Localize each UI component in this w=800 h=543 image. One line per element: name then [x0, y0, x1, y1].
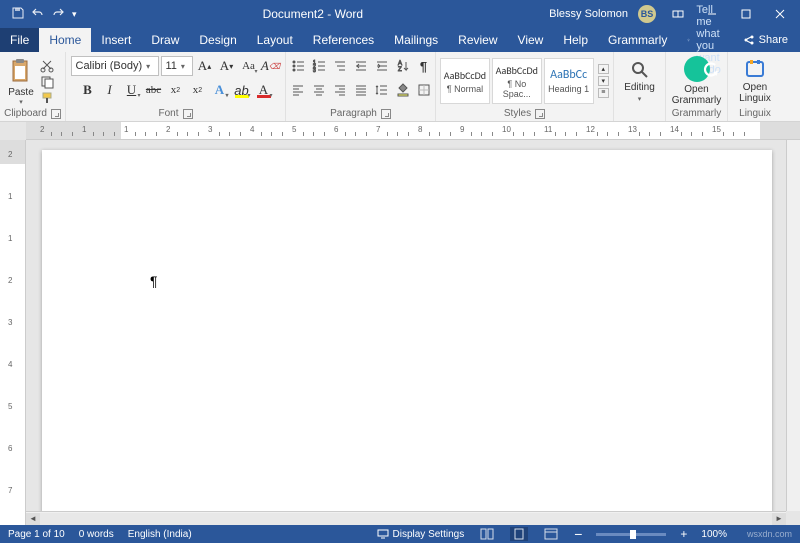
- language-status[interactable]: English (India): [128, 529, 192, 540]
- tab-design[interactable]: Design: [189, 28, 246, 52]
- tab-grammarly[interactable]: Grammarly: [598, 28, 677, 52]
- highlight-button[interactable]: ab▾: [232, 80, 252, 100]
- paste-button[interactable]: Paste ▾: [4, 56, 38, 106]
- vertical-ruler[interactable]: 211234567: [0, 140, 26, 525]
- web-layout-button[interactable]: [542, 527, 560, 541]
- superscript-button[interactable]: x2: [188, 80, 208, 100]
- user-avatar[interactable]: BS: [638, 5, 656, 23]
- tab-insert[interactable]: Insert: [91, 28, 141, 52]
- horizontal-ruler[interactable]: 21123456789101112131415: [26, 122, 800, 140]
- show-marks-button[interactable]: ¶: [414, 56, 434, 76]
- tab-mailings[interactable]: Mailings: [384, 28, 448, 52]
- change-case-button[interactable]: Aa▾: [239, 56, 259, 76]
- word-count[interactable]: 0 words: [79, 529, 114, 540]
- grammarly-icon: [684, 56, 710, 82]
- style-no-spacing[interactable]: AaBbCcDd ¶ No Spac...: [492, 58, 542, 104]
- paragraph-mark: ¶: [150, 273, 158, 289]
- increase-indent-button[interactable]: [372, 56, 392, 76]
- document-title: Document2 - Word: [77, 7, 550, 21]
- align-center-button[interactable]: [309, 80, 329, 100]
- format-painter-button[interactable]: [40, 91, 58, 105]
- font-color-button[interactable]: A▾: [254, 80, 274, 100]
- ribbon-options-icon[interactable]: [666, 4, 690, 24]
- user-name[interactable]: Blessy Solomon: [549, 8, 628, 20]
- clear-formatting-button[interactable]: A⌫: [261, 56, 281, 76]
- style-normal[interactable]: AaBbCcDd ¶ Normal: [440, 58, 490, 104]
- redo-icon[interactable]: [52, 7, 64, 22]
- font-name-combo[interactable]: Calibri (Body)▾: [71, 56, 159, 76]
- vertical-scrollbar[interactable]: [786, 140, 800, 511]
- copy-button[interactable]: [40, 75, 58, 89]
- tab-review[interactable]: Review: [448, 28, 507, 52]
- find-icon: [630, 60, 650, 80]
- subscript-button[interactable]: x2: [166, 80, 186, 100]
- decrease-indent-button[interactable]: [351, 56, 371, 76]
- justify-button[interactable]: [351, 80, 371, 100]
- open-linguix-button[interactable]: Open Linguix: [732, 58, 778, 104]
- strikethrough-button[interactable]: abc: [144, 80, 164, 100]
- page[interactable]: ¶: [42, 150, 772, 525]
- paragraph-launcher[interactable]: [381, 109, 391, 119]
- zoom-out-button[interactable]: −: [574, 526, 582, 542]
- styles-gallery-more[interactable]: ▴▾≡: [596, 64, 609, 98]
- tab-view[interactable]: View: [508, 28, 554, 52]
- linguix-icon: [744, 58, 766, 80]
- svg-text:Z: Z: [398, 67, 402, 73]
- tell-me-search[interactable]: Tell me what you want to do: [677, 28, 730, 52]
- shrink-font-button[interactable]: A▾: [217, 56, 237, 76]
- zoom-level[interactable]: 100%: [701, 529, 727, 540]
- align-right-button[interactable]: [330, 80, 350, 100]
- share-button[interactable]: Share: [731, 28, 800, 52]
- underline-button[interactable]: U▾: [122, 80, 142, 100]
- lightbulb-icon: [687, 34, 690, 46]
- display-settings[interactable]: Display Settings: [377, 529, 465, 540]
- zoom-slider[interactable]: [596, 533, 666, 536]
- shading-button[interactable]: [393, 80, 413, 100]
- close-icon[interactable]: [768, 4, 792, 24]
- italic-button[interactable]: I: [100, 80, 120, 100]
- display-icon: [377, 529, 389, 539]
- paste-icon: [8, 58, 34, 84]
- bold-button[interactable]: B: [78, 80, 98, 100]
- font-size-combo[interactable]: 11▾: [161, 56, 193, 76]
- tab-help[interactable]: Help: [553, 28, 598, 52]
- sort-button[interactable]: AZ: [393, 56, 413, 76]
- share-icon: [743, 34, 755, 46]
- tab-file[interactable]: File: [0, 28, 39, 52]
- save-icon[interactable]: [12, 7, 24, 22]
- tab-draw[interactable]: Draw: [141, 28, 189, 52]
- multilevel-list-button[interactable]: [330, 56, 350, 76]
- svg-text:3: 3: [313, 68, 316, 73]
- tab-references[interactable]: References: [303, 28, 384, 52]
- cut-button[interactable]: [40, 59, 58, 73]
- numbering-button[interactable]: 123: [309, 56, 329, 76]
- editing-dropdown[interactable]: Editing ▾: [618, 60, 661, 103]
- tab-layout[interactable]: Layout: [247, 28, 303, 52]
- align-left-button[interactable]: [288, 80, 308, 100]
- borders-button[interactable]: [414, 80, 434, 100]
- watermark: wsxdn.com: [747, 529, 792, 539]
- font-launcher[interactable]: [183, 109, 193, 119]
- clipboard-launcher[interactable]: [51, 109, 61, 119]
- text-effects-button[interactable]: A▾: [210, 80, 230, 100]
- bullets-button[interactable]: [288, 56, 308, 76]
- grow-font-button[interactable]: A▴: [195, 56, 215, 76]
- undo-icon[interactable]: [32, 7, 44, 22]
- line-spacing-button[interactable]: [372, 80, 392, 100]
- print-layout-button[interactable]: [510, 527, 528, 541]
- tab-home[interactable]: Home: [39, 28, 91, 52]
- style-heading-1[interactable]: AaBbCc Heading 1: [544, 58, 594, 104]
- page-count[interactable]: Page 1 of 10: [8, 529, 65, 540]
- open-grammarly-button[interactable]: Open Grammarly: [672, 56, 722, 106]
- styles-launcher[interactable]: [535, 109, 545, 119]
- document-area[interactable]: ¶: [26, 140, 800, 525]
- read-mode-button[interactable]: [478, 527, 496, 541]
- zoom-in-button[interactable]: +: [680, 527, 687, 541]
- maximize-icon[interactable]: [734, 4, 758, 24]
- horizontal-scrollbar[interactable]: ◄►: [26, 511, 786, 525]
